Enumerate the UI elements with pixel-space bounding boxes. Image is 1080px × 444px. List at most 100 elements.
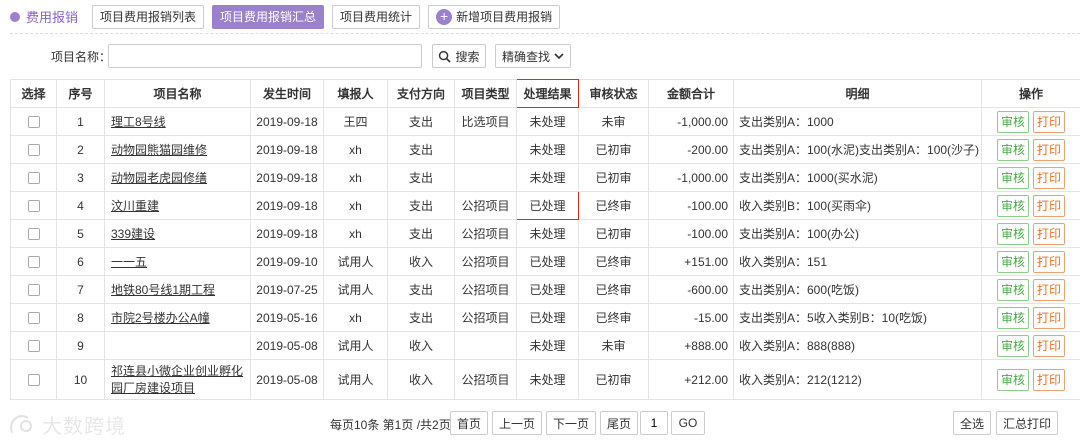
project-name-link[interactable]: 一一五 [111, 255, 147, 269]
audit-button[interactable]: 审核 [997, 278, 1029, 301]
first-page-button[interactable]: 首页 [450, 411, 488, 435]
row-no: 6 [56, 247, 105, 276]
row-checkbox[interactable] [27, 312, 40, 325]
project-name-link[interactable]: 地铁80号线1期工程 [111, 283, 215, 297]
row-detail: 收入类别A：212(1212) [733, 359, 982, 400]
row-actions: 审核 打印 [981, 219, 1080, 248]
row-no: 9 [56, 331, 105, 360]
last-page-button[interactable]: 尾页 [600, 411, 638, 435]
next-page-button[interactable]: 下一页 [546, 411, 596, 435]
row-amount: +888.00 [648, 331, 734, 360]
table-row: 10 祁连县小微企业创业孵化园厂房建设项目 2019-05-08 试用人 收入 公招项目未… [10, 359, 1080, 400]
prev-page-button[interactable]: 上一页 [492, 411, 542, 435]
search-bar: 项目名称： 搜索 精确查找 [0, 42, 1080, 70]
row-project-name-cell: 动物园老虎园修缮 [104, 163, 251, 192]
row-direction: 支出 [387, 191, 455, 220]
table-row: 2 动物园熊猫园维修 2019-09-18 xh 支出 未处理 已初审 -200.00 支出类别… [10, 135, 1080, 164]
project-name-link[interactable]: 市院2号楼办公A幢 [111, 311, 210, 325]
col-date: 发生时间 [250, 79, 324, 108]
col-status: 审核状态 [578, 79, 649, 108]
table-row: 5 339建设 2019-09-18 xh 支出 公招项目 未处理 已初审 -100.00 支出类… [10, 219, 1080, 248]
project-name-link[interactable]: 动物园老虎园修缮 [111, 171, 207, 185]
header-divider [10, 33, 1080, 34]
print-button[interactable]: 打印 [1033, 306, 1065, 329]
row-detail: 支出类别A：5收入类别B：10(吃饭) [733, 303, 982, 332]
row-actions: 审核 打印 [981, 247, 1080, 276]
audit-button[interactable]: 审核 [997, 166, 1029, 189]
project-name-link[interactable]: 汶川重建 [111, 199, 159, 213]
print-button[interactable]: 打印 [1033, 110, 1065, 133]
row-checkbox[interactable] [27, 340, 40, 353]
chevron-down-icon [554, 52, 564, 59]
project-name-label: 项目名称： [51, 50, 112, 64]
tab-expense-list[interactable]: 项目费用报销列表 [92, 4, 205, 29]
row-reporter: xh [323, 191, 388, 220]
audit-button[interactable]: 审核 [997, 110, 1029, 133]
audit-button[interactable]: 审核 [997, 222, 1029, 245]
audit-button[interactable]: 审核 [997, 138, 1029, 161]
row-checkbox[interactable] [27, 256, 40, 269]
add-expense-button[interactable]: + 新增项目费用报销 [428, 4, 561, 29]
table-row: 1 理工8号线 2019-09-18 王四 支出 比选项目 未处理 未审 -1,000.00 支出… [10, 107, 1080, 136]
row-checkbox[interactable] [27, 200, 40, 213]
audit-button[interactable]: 审核 [997, 306, 1029, 329]
print-button[interactable]: 打印 [1033, 166, 1065, 189]
table-row: 8 市院2号楼办公A幢 2019-05-16 xh 支出 公招项目 已处理 已终审 -15.00… [10, 303, 1080, 332]
row-project-name-cell: 理工8号线 [104, 107, 251, 136]
row-detail: 支出类别A：1000(买水泥) [733, 163, 982, 192]
row-project-name-cell: 一一五 [104, 247, 251, 276]
row-detail: 支出类别A：100(办公) [733, 219, 982, 248]
row-checkbox[interactable] [27, 228, 40, 241]
go-button[interactable]: GO [671, 411, 705, 435]
print-summary-button[interactable]: 汇总打印 [996, 411, 1058, 435]
select-all-button[interactable]: 全选 [953, 411, 991, 435]
print-button[interactable]: 打印 [1033, 250, 1065, 273]
row-reporter: 试用人 [323, 275, 388, 304]
row-checkbox[interactable] [27, 374, 40, 387]
print-button[interactable]: 打印 [1033, 222, 1065, 245]
project-name-link[interactable]: 理工8号线 [111, 115, 166, 129]
project-name-link[interactable]: 祁连县小微企业创业孵化园厂房建设项目 [111, 364, 243, 395]
project-name-input[interactable] [108, 44, 422, 68]
row-checkbox[interactable] [27, 172, 40, 185]
audit-button[interactable]: 审核 [997, 334, 1029, 357]
col-reporter: 填报人 [323, 79, 388, 108]
row-select-cell [10, 135, 57, 164]
print-button[interactable]: 打印 [1033, 138, 1065, 161]
audit-button[interactable]: 审核 [997, 194, 1029, 217]
page-number-input[interactable] [640, 411, 668, 435]
project-name-link[interactable]: 339建设 [111, 227, 155, 241]
row-amount: -15.00 [648, 303, 734, 332]
row-status: 未审 [578, 331, 649, 360]
tab-expense-summary[interactable]: 项目费用报销汇总 [212, 4, 325, 29]
row-project-name-cell: 祁连县小微企业创业孵化园厂房建设项目 [104, 359, 251, 400]
print-button[interactable]: 打印 [1033, 194, 1065, 217]
row-no: 2 [56, 135, 105, 164]
top-toolbar: 费用报销 项目费用报销列表 项目费用报销汇总 项目费用统计 + 新增项目费用报销 [0, 0, 1080, 33]
row-amount: -100.00 [648, 219, 734, 248]
row-no: 4 [56, 191, 105, 220]
row-result: 已处理 [516, 247, 579, 276]
audit-button[interactable]: 审核 [997, 368, 1029, 391]
print-button[interactable]: 打印 [1033, 368, 1065, 391]
row-checkbox[interactable] [27, 284, 40, 297]
print-button[interactable]: 打印 [1033, 278, 1065, 301]
row-result: 已处理 [516, 191, 579, 220]
col-select: 选择 [10, 79, 57, 108]
row-project-name-cell: 339建设 [104, 219, 251, 248]
precise-search-dropdown[interactable]: 精确查找 [495, 44, 571, 68]
row-result: 未处理 [516, 163, 579, 192]
project-name-link[interactable]: 动物园熊猫园维修 [111, 143, 207, 157]
audit-button[interactable]: 审核 [997, 250, 1029, 273]
row-direction: 支出 [387, 107, 455, 136]
print-button[interactable]: 打印 [1033, 334, 1065, 357]
row-result: 未处理 [516, 219, 579, 248]
row-type: 公招项目 [454, 191, 517, 220]
row-checkbox[interactable] [27, 144, 40, 157]
search-button[interactable]: 搜索 [432, 44, 486, 68]
row-direction: 支出 [387, 275, 455, 304]
col-project-type: 项目类型 [454, 79, 517, 108]
tab-expense-stats[interactable]: 项目费用统计 [332, 4, 421, 29]
table-row: 7 地铁80号线1期工程 2019-07-25 试用人 支出 公招项目 已处理 已终审 -600… [10, 275, 1080, 304]
row-checkbox[interactable] [27, 116, 40, 129]
